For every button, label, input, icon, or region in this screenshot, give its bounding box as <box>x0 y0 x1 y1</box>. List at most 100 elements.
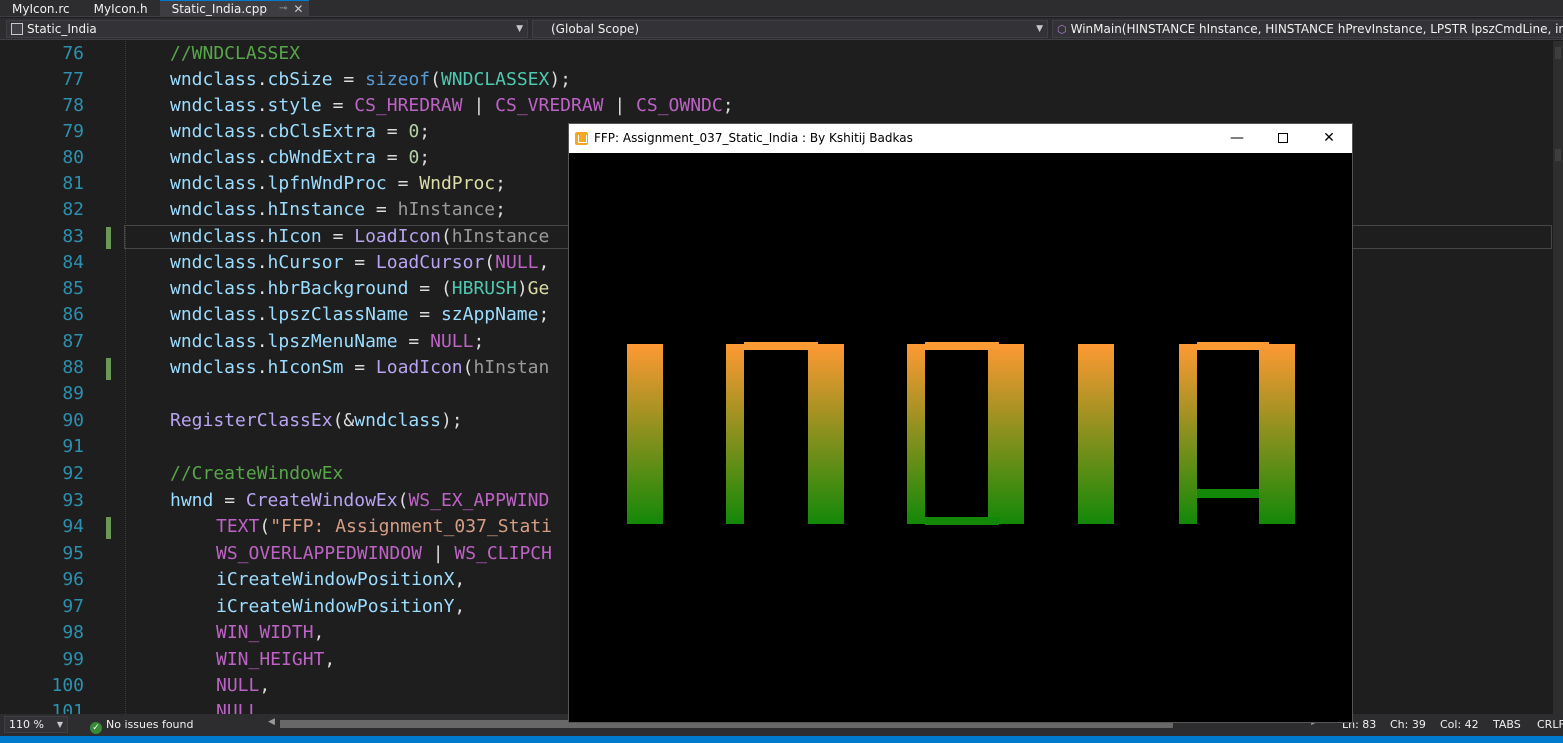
code-line-78: wndclass.style = CS_HREDRAW | CS_VREDRAW… <box>170 93 734 119</box>
line-number-gutter: 76 77 78 79 80 81 82 83 84 85 86 87 88 8… <box>0 41 100 714</box>
code-token: style <box>267 95 322 116</box>
zoom-dropdown[interactable]: 110 % ▼ <box>4 716 68 733</box>
code-line-92: //CreateWindowEx <box>170 461 343 487</box>
code-token: = <box>321 226 355 247</box>
code-line-101: NULL <box>216 699 259 714</box>
close-icon[interactable]: ✕ <box>293 1 303 17</box>
code-token: (& <box>332 410 355 431</box>
code-token: LoadIcon <box>375 357 463 378</box>
line-number: 99 <box>62 649 84 670</box>
code-token: , <box>454 596 466 617</box>
code-token: ( <box>430 69 441 90</box>
code-line-85: wndclass.hbrBackground = (HBRUSH)Ge <box>170 276 549 302</box>
line-number: 85 <box>62 278 84 299</box>
member-dropdown[interactable]: ⬡ WinMain(HINSTANCE hInstance, HINSTANCE … <box>1052 20 1563 38</box>
code-token: hInstan <box>473 357 550 378</box>
minimize-button[interactable]: — <box>1214 124 1260 153</box>
code-token: Ge <box>527 278 550 299</box>
code-line-97: iCreateWindowPositionY, <box>216 594 465 620</box>
code-token: hIcon <box>267 226 322 247</box>
code-token: ); <box>549 69 572 90</box>
column-indicator[interactable]: Col: 42 <box>1440 717 1479 732</box>
code-token: , <box>313 622 325 643</box>
code-token: ( <box>259 516 271 537</box>
code-token: . <box>256 331 268 352</box>
scroll-marker <box>1555 47 1561 59</box>
project-dropdown[interactable]: Static_India ▼ <box>6 20 528 38</box>
code-token: ( <box>440 226 452 247</box>
code-token: cbClsExtra <box>267 121 376 142</box>
char-indicator[interactable]: Ch: 39 <box>1390 717 1426 732</box>
code-token: LoadIcon <box>354 226 441 247</box>
scope-dropdown[interactable]: (Global Scope) ▼ <box>532 20 1048 38</box>
code-token: | <box>421 543 455 564</box>
code-token: = <box>332 69 366 90</box>
letter-stroke <box>907 344 925 524</box>
tab-label: Static_India.cpp <box>171 2 268 16</box>
maximize-button[interactable] <box>1260 124 1306 153</box>
code-line-87: wndclass.lpszMenuName = NULL; <box>170 329 484 355</box>
issues-indicator[interactable]: ✓ No issues found <box>90 717 193 734</box>
code-token: . <box>256 121 268 142</box>
code-token: wndclass <box>170 278 257 299</box>
code-token: . <box>256 199 268 220</box>
code-token: ); <box>440 410 463 431</box>
code-token: NULL <box>495 252 539 273</box>
app-window[interactable]: FFP: Assignment_037_Static_India : By Ks… <box>568 123 1353 723</box>
scroll-marker <box>1555 149 1561 161</box>
code-token: | <box>603 95 637 116</box>
vertical-scrollbar[interactable] <box>1553 41 1563 714</box>
line-number: 88 <box>62 357 84 378</box>
line-number: 83 <box>62 226 84 247</box>
project-name: Static_India <box>27 22 97 36</box>
letter-stroke <box>1259 344 1295 524</box>
code-token: wndclass <box>170 252 257 273</box>
code-token: wndclass <box>170 226 257 247</box>
member-name: WinMain(HINSTANCE hInstance, HINSTANCE h… <box>1070 22 1563 36</box>
code-token: lpszMenuName <box>267 331 398 352</box>
code-line-83: wndclass.hIcon = LoadIcon(hInstance <box>170 224 549 250</box>
code-token: . <box>256 173 268 194</box>
change-marker <box>106 517 111 539</box>
line-number: 81 <box>62 173 84 194</box>
code-token: hInstance <box>451 226 550 247</box>
code-token: ; <box>538 304 550 325</box>
code-token: NULL <box>430 331 474 352</box>
pin-icon[interactable]: ⊸ <box>279 1 287 17</box>
letter-stroke <box>925 517 999 525</box>
code-token: wndclass <box>170 69 257 90</box>
code-token: wndclass <box>170 173 257 194</box>
code-token: CS_OWNDC <box>636 95 723 116</box>
line-number: 79 <box>62 121 84 142</box>
code-token: hbrBackground <box>267 278 409 299</box>
tabs-indicator[interactable]: TABS <box>1493 717 1521 732</box>
app-icon <box>575 132 588 145</box>
code-token: , <box>324 649 336 670</box>
tab-myicon-h[interactable]: MyIcon.h <box>82 0 160 17</box>
letter-stroke <box>744 342 818 350</box>
letter-stroke <box>1197 342 1269 350</box>
code-token: ) <box>516 278 528 299</box>
scroll-left-icon[interactable]: ◀ <box>268 717 275 727</box>
tab-static-india-cpp[interactable]: Static_India.cpp ⊸ ✕ <box>159 0 310 17</box>
line-ending-indicator[interactable]: CRLF <box>1537 717 1563 732</box>
line-number: 101 <box>51 701 84 714</box>
window-title-bar[interactable]: FFP: Assignment_037_Static_India : By Ks… <box>569 124 1352 153</box>
code-token: = <box>213 490 246 511</box>
code-token: CreateWindowEx <box>245 490 398 511</box>
tab-myicon-rc[interactable]: MyIcon.rc <box>0 0 82 17</box>
code-token: = <box>408 304 441 325</box>
code-comment: //CreateWindowEx <box>170 463 344 484</box>
document-tabs: MyIcon.rc MyIcon.h Static_India.cpp ⊸ ✕ <box>0 0 1563 17</box>
code-token: CS_VREDRAW <box>495 95 604 116</box>
code-token: = <box>397 331 431 352</box>
code-token: hInstance <box>267 199 366 220</box>
code-token: WS_CLIPCH <box>454 543 552 564</box>
code-token: ( <box>397 490 409 511</box>
close-button[interactable]: ✕ <box>1306 124 1352 153</box>
code-token: ( <box>484 252 496 273</box>
code-token: ; <box>473 331 485 352</box>
code-line-76: //WNDCLASSEX <box>170 41 300 67</box>
line-number: 93 <box>62 490 84 511</box>
code-token: szAppName <box>440 304 539 325</box>
